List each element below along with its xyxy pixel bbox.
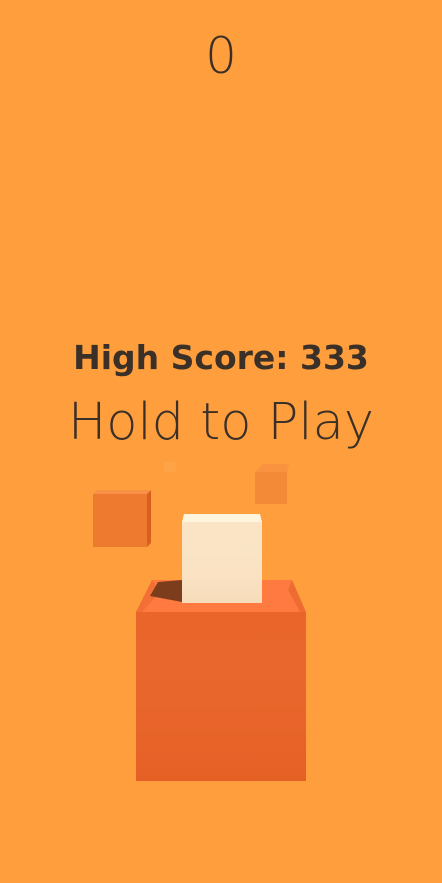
target-box [136, 580, 306, 781]
hold-to-play-prompt[interactable]: Hold to Play [0, 392, 442, 454]
floating-cube-right [255, 464, 289, 504]
floating-cube-left [93, 490, 151, 547]
player-cube [182, 514, 262, 603]
particle [164, 462, 176, 472]
high-score-label: High Score: 333 [73, 338, 369, 377]
game-screen[interactable]: 0 High Score: 333 Hold to Play [0, 0, 442, 883]
